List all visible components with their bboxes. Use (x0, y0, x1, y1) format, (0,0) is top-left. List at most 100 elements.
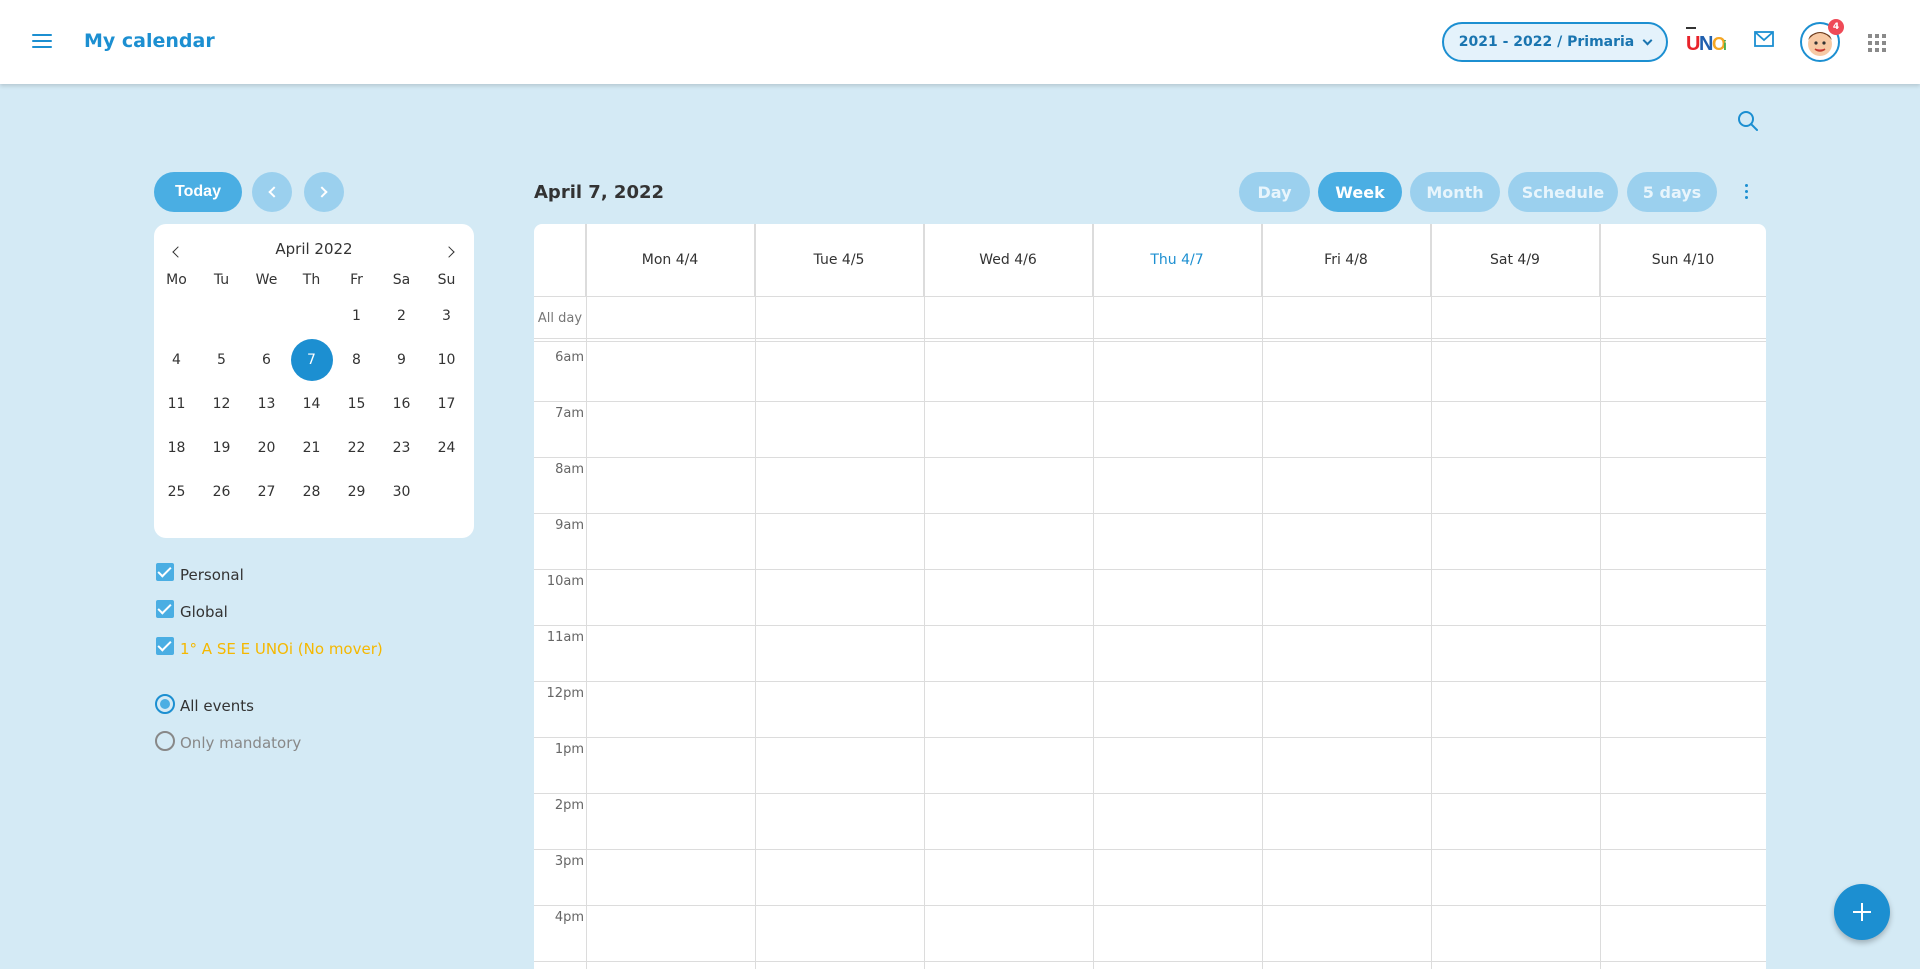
personal-calendar-checkbox[interactable] (156, 563, 174, 581)
mini-calendar-day[interactable]: 26 (199, 474, 244, 510)
mini-calendar-day[interactable]: 9 (379, 342, 424, 378)
day-header-wed[interactable]: Wed 4/6 (924, 224, 1093, 296)
hour-row[interactable]: 4pm (534, 906, 1766, 962)
mini-calendar-day[interactable]: 30 (379, 474, 424, 510)
notification-badge: 4 (1828, 19, 1844, 35)
global-calendar-checkbox[interactable] (156, 600, 174, 618)
mini-calendar-week-row: 18 19 20 21 22 23 24 (154, 426, 474, 470)
hamburger-menu-icon[interactable] (32, 30, 54, 54)
hour-row[interactable]: 9am (534, 514, 1766, 570)
hour-label: 9am (555, 518, 584, 533)
hour-row[interactable]: 11am (534, 626, 1766, 682)
mini-calendar-day[interactable]: 17 (424, 386, 469, 422)
hour-label: 3pm (554, 854, 584, 869)
hour-label: 7am (555, 406, 584, 421)
mini-calendar-day[interactable]: 25 (154, 474, 199, 510)
mini-calendar-day[interactable]: 8 (334, 342, 379, 378)
previous-period-button[interactable] (252, 172, 292, 212)
day-header-sat[interactable]: Sat 4/9 (1431, 224, 1600, 296)
mini-calendar-day[interactable]: 2 (379, 298, 424, 334)
day-header-sun[interactable]: Sun 4/10 (1600, 224, 1766, 296)
mini-calendar-day[interactable]: 10 (424, 342, 469, 378)
weekday-header-row: Mo Tu We Th Fr Sa Su (154, 266, 474, 294)
chevron-right-icon (316, 186, 328, 198)
mini-calendar-day[interactable]: 1 (334, 298, 379, 334)
school-year-label: 2021 - 2022 / Primaria (1458, 34, 1635, 50)
mini-calendar-day[interactable]: 19 (199, 430, 244, 466)
weekday-label: Sa (392, 272, 411, 288)
mini-calendar-day[interactable]: 13 (244, 386, 289, 422)
mini-calendar-week-row: 11 12 13 14 15 16 17 (154, 382, 474, 426)
mini-calendar-day[interactable]: 6 (244, 342, 289, 378)
chevron-right-icon (443, 246, 455, 258)
mini-calendar-day[interactable]: 11 (154, 386, 199, 422)
all-events-radio[interactable] (155, 694, 175, 714)
today-button[interactable]: Today (154, 172, 242, 212)
hour-row[interactable]: 6am (534, 346, 1766, 402)
mini-calendar-selected-day[interactable]: 7 (290, 339, 333, 381)
class-calendar-checkbox[interactable] (156, 637, 174, 655)
mini-calendar-day[interactable]: 27 (244, 474, 289, 510)
day-header-thu-today[interactable]: Thu 4/7 (1093, 224, 1262, 296)
hour-row[interactable]: 1pm (534, 738, 1766, 794)
mini-calendar-day[interactable]: 12 (199, 386, 244, 422)
hour-row[interactable]: 7am (534, 402, 1766, 458)
all-day-row[interactable]: All day (534, 296, 1766, 342)
mini-calendar-day[interactable]: 22 (334, 430, 379, 466)
day-header-mon[interactable]: Mon 4/4 (586, 224, 755, 296)
hour-label: 2pm (554, 798, 584, 813)
next-period-button[interactable] (304, 172, 344, 212)
chevron-left-icon (268, 186, 280, 198)
apps-grid-icon[interactable] (1868, 34, 1886, 52)
search-icon[interactable] (1737, 110, 1759, 132)
mini-calendar-day[interactable]: 28 (289, 474, 334, 510)
mini-calendar-day[interactable]: 4 (154, 342, 199, 378)
mini-calendar-day[interactable]: 16 (379, 386, 424, 422)
view-5-days-button[interactable]: 5 days (1627, 172, 1717, 212)
mini-next-month-button[interactable] (439, 242, 459, 262)
mail-icon[interactable] (1754, 31, 1774, 47)
mini-calendar-day[interactable]: 24 (424, 430, 469, 466)
hour-row[interactable]: 12pm (534, 682, 1766, 738)
school-year-selector[interactable]: 2021 - 2022 / Primaria (1442, 22, 1668, 62)
hour-label: 4pm (554, 910, 584, 925)
add-event-button[interactable] (1834, 884, 1890, 940)
view-schedule-button[interactable]: Schedule (1508, 172, 1618, 212)
top-bar: My calendar 2021 - 2022 / Primaria U N O… (0, 0, 1920, 84)
mini-calendar-day[interactable]: 14 (289, 386, 334, 422)
mini-calendar-week-row: 123 (154, 294, 474, 338)
hour-row[interactable]: 2pm (534, 794, 1766, 850)
day-header-tue[interactable]: Tue 4/5 (755, 224, 924, 296)
mini-calendar-day[interactable]: 23 (379, 430, 424, 466)
all-events-label: All events (180, 697, 254, 715)
mini-calendar-day[interactable]: 20 (244, 430, 289, 466)
more-options-icon[interactable] (1743, 184, 1749, 202)
hour-row[interactable]: 8am (534, 458, 1766, 514)
weekday-label: Th (302, 272, 321, 288)
svg-text:i: i (1723, 37, 1727, 53)
mini-calendar-empty-cell (199, 298, 244, 334)
mini-calendar-day[interactable]: 5 (199, 342, 244, 378)
hour-label: 10am (546, 574, 584, 589)
hour-row[interactable]: 3pm (534, 850, 1766, 906)
hour-label: 1pm (554, 742, 584, 757)
view-week-button[interactable]: Week (1318, 172, 1402, 212)
hour-row[interactable]: 10am (534, 570, 1766, 626)
day-header-fri[interactable]: Fri 4/8 (1262, 224, 1431, 296)
personal-calendar-label: Personal (180, 566, 244, 584)
mini-calendar-day[interactable]: 15 (334, 386, 379, 422)
hour-label: 11am (546, 630, 584, 645)
only-mandatory-radio[interactable] (155, 731, 175, 751)
mini-calendar-day[interactable]: 29 (334, 474, 379, 510)
view-month-button[interactable]: Month (1410, 172, 1500, 212)
mini-calendar-day[interactable]: 3 (424, 298, 469, 334)
global-calendar-label: Global (180, 603, 228, 621)
page-title: My calendar (84, 30, 215, 52)
weekday-label: Su (437, 272, 456, 288)
mini-calendar-day[interactable]: 18 (154, 430, 199, 466)
mini-calendar-day[interactable]: 21 (289, 430, 334, 466)
only-mandatory-label: Only mandatory (180, 734, 302, 752)
view-day-button[interactable]: Day (1239, 172, 1310, 212)
mini-calendar-empty-cell (244, 298, 289, 334)
unoi-logo: U N O i (1686, 27, 1727, 55)
